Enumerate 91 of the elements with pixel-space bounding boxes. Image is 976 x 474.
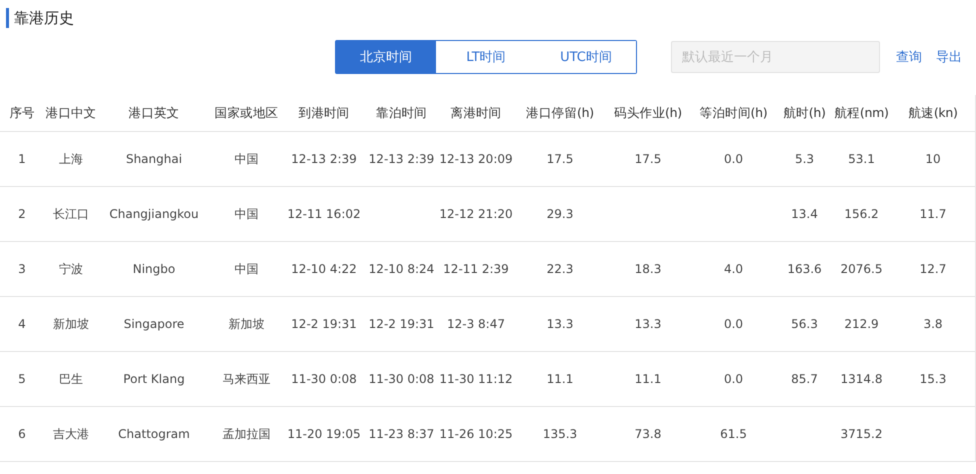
table-cell: 135.3 <box>542 427 578 441</box>
table-cell: 12-13 20:09 <box>439 152 513 166</box>
table-cell: 新加坡 <box>53 316 89 330</box>
time-zone-tab[interactable]: 北京时间 <box>336 41 436 73</box>
table-cell: 13.3 <box>546 317 574 331</box>
date-range-field[interactable]: 默认最近一个月 <box>671 41 880 73</box>
table-cell: 0.0 <box>724 317 744 331</box>
table-cell: 163.6 <box>787 262 822 276</box>
table-cell: 13.4 <box>791 207 818 221</box>
column-header: 航程(nm) <box>833 104 890 122</box>
table-cell: 1 <box>18 152 26 166</box>
action-link[interactable]: 导出 <box>936 48 962 66</box>
table-cell: 孟加拉国 <box>222 426 270 440</box>
table-cell: 上海 <box>59 152 83 166</box>
table-cell: 0.0 <box>724 152 744 166</box>
table-cell: 56.3 <box>791 317 818 331</box>
table-cell: 新加坡 <box>228 316 264 330</box>
table-cell: 11.1 <box>634 372 662 386</box>
table-cell: 中国 <box>234 206 258 220</box>
column-header: 序号 <box>8 104 36 122</box>
table-cell: 17.5 <box>634 152 662 166</box>
table-cell: 6 <box>18 427 26 441</box>
table-cell: 17.5 <box>546 152 574 166</box>
table-cell: 13.3 <box>634 317 662 331</box>
table-cell: 18.3 <box>634 262 662 276</box>
table-cell: 11-23 8:37 <box>368 427 434 441</box>
table-cell: 3 <box>18 262 26 276</box>
column-header: 离港时间 <box>450 104 502 122</box>
table-cell: 12-2 19:31 <box>368 317 434 331</box>
action-link[interactable]: 查询 <box>896 48 922 66</box>
table-cell: 5.3 <box>794 152 814 166</box>
table-cell: 3715.2 <box>840 427 882 441</box>
table-cell: 53.1 <box>848 152 875 166</box>
table-cell: 4.0 <box>724 262 744 276</box>
table-cell: 12-13 2:39 <box>291 152 357 166</box>
table-cell: 1314.8 <box>840 372 882 386</box>
table-cell: 3.8 <box>923 317 943 331</box>
column-header: 码头作业(h) <box>613 104 683 122</box>
table-cell: 12-13 2:39 <box>368 152 434 166</box>
table-cell: 宁波 <box>59 262 83 276</box>
table-cell: 11-26 10:25 <box>439 427 513 441</box>
table-cell: Singapore <box>124 317 184 331</box>
table-cell: Ningbo <box>132 262 176 276</box>
table-cell: 15.3 <box>920 372 946 386</box>
column-header: 到港时间 <box>298 104 350 122</box>
column-header: 港口停留(h) <box>525 104 595 122</box>
table-cell: 中国 <box>234 152 258 166</box>
table-cell: 156.2 <box>844 207 879 221</box>
table-cell: 0.0 <box>724 372 744 386</box>
table-cell: 10 <box>925 152 941 166</box>
table-cell: Chattogram <box>118 427 190 441</box>
table-cell: 12-11 2:39 <box>443 262 509 276</box>
table-cell: 12.7 <box>920 262 946 276</box>
table-cell: 12-10 4:22 <box>291 262 357 276</box>
table-cell: 12-2 19:31 <box>291 317 357 331</box>
table-cell: 73.8 <box>634 427 662 441</box>
table-cell: 12-3 8:47 <box>447 317 505 331</box>
table-cell: 2 <box>18 207 26 221</box>
table-cell: 61.5 <box>720 427 747 441</box>
table-cell: 212.9 <box>844 317 879 331</box>
column-header: 国家或地区 <box>214 104 280 122</box>
table-cell: 中国 <box>234 262 258 276</box>
table-cell: 5 <box>18 372 26 386</box>
column-header: 等泊时间(h) <box>698 104 768 122</box>
table-cell: 11-20 19:05 <box>287 427 361 441</box>
table-cell: 22.3 <box>546 262 574 276</box>
table-cell: 11-30 0:08 <box>368 372 434 386</box>
table-cell: 2076.5 <box>840 262 882 276</box>
table-cell: 长江口 <box>53 206 89 220</box>
table-cell: 11-30 11:12 <box>439 372 513 386</box>
table-cell: 4 <box>18 317 26 331</box>
table-cell: Shanghai <box>126 152 182 166</box>
table-cell: 11.1 <box>546 372 574 386</box>
table-cell: 85.7 <box>791 372 818 386</box>
column-header: 港口英文 <box>128 104 180 122</box>
table-cell: 吉大港 <box>53 426 89 440</box>
column-header: 港口中文 <box>44 104 98 122</box>
column-header: 航时(h) <box>782 104 827 122</box>
column-header: 航速(kn) <box>907 104 959 122</box>
table-cell: Changjiangkou <box>109 207 199 221</box>
table-cell: 12-11 16:02 <box>287 207 361 221</box>
column-header: 靠泊时间 <box>375 104 428 122</box>
table-cell: 12-12 21:20 <box>439 207 513 221</box>
table-cell: 12-10 8:24 <box>368 262 434 276</box>
table-cell: Port Klang <box>123 372 185 386</box>
table-cell: 巴生 <box>59 372 83 386</box>
table-cell: 11-30 0:08 <box>291 372 357 386</box>
section-title: 靠港历史 <box>6 8 74 28</box>
table-cell: 29.3 <box>546 207 574 221</box>
table-cell: 11.7 <box>920 207 946 221</box>
table-cell: 马来西亚 <box>222 372 270 386</box>
